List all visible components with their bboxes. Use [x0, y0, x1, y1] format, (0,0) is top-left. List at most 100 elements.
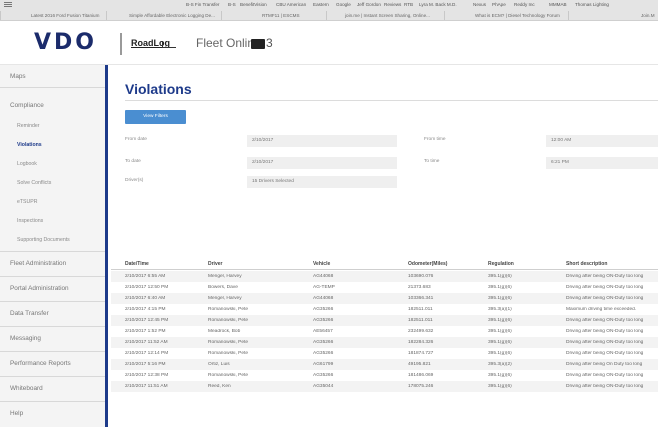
sidebar-subitem-reminder[interactable]: Reminder: [0, 117, 105, 136]
cell-datetime: 2/10/2017 6:55 AM: [125, 274, 166, 279]
bookmark-item[interactable]: MMMAB: [549, 2, 567, 7]
sidebar-item-compliance[interactable]: Compliance: [0, 96, 105, 117]
browser-tab[interactable]: join.me | Instant Screen Sharing, Online…: [326, 11, 444, 20]
cell-short-description: Maximum driving time exceeded.: [566, 307, 637, 312]
message-count-badge[interactable]: 3: [266, 36, 273, 50]
table-row[interactable]: 2/10/2017 1:52 PM Meadrock, Bob AE56457 232…: [111, 326, 658, 337]
vdo-logo[interactable]: VDO: [34, 30, 97, 55]
cell-vehicle: AG35044: [313, 384, 334, 389]
to-time-field[interactable]: 6:21 PM: [546, 157, 658, 169]
cell-regulation: 395.1(g)(6): [488, 318, 512, 323]
sidebar-subitem-supporting-documents[interactable]: Supporting Documents: [0, 231, 105, 250]
table-row[interactable]: 2/10/2017 11:52 AM Romanowski, Pete AG3526…: [111, 337, 658, 348]
cell-datetime: 2/10/2017 12:50 PM: [125, 285, 169, 290]
bookmark-item[interactable]: Reviews: [384, 2, 401, 7]
sidebar-item-portal-administration[interactable]: Portal Administration: [0, 276, 105, 301]
cell-regulation: 395.1(g)(6): [488, 274, 512, 279]
bookmark-item[interactable]: Google: [336, 2, 351, 7]
column-header-odometer[interactable]: Odometer(Miles): [408, 261, 492, 267]
cell-regulation: 395.1(g)(6): [488, 384, 512, 389]
bookmark-item[interactable]: B-S: [228, 2, 236, 7]
cell-regulation: 395.1(g)(6): [488, 351, 512, 356]
cell-regulation: 395.1(g)(6): [488, 340, 512, 345]
sidebar-item-messaging[interactable]: Messaging: [0, 326, 105, 351]
cell-short-description: Driving after being ON-Duty too long: [566, 318, 644, 323]
cell-vehicle: AG35266: [313, 340, 334, 345]
drivers-select[interactable]: 15 Drivers Selected: [247, 176, 397, 188]
bookmark-item[interactable]: RTB: [404, 2, 413, 7]
cell-vehicle: AG35266: [313, 318, 334, 323]
view-filters-button[interactable]: View Filters: [125, 110, 186, 124]
cell-short-description: Driving after being ON-Duty too long: [566, 384, 644, 389]
cell-regulation: 395.1(g)(6): [488, 373, 512, 378]
sidebar-subitem-logbook[interactable]: Logbook: [0, 155, 105, 174]
browser-tab[interactable]: Simple Affordable Electronic Logging De.…: [106, 11, 221, 20]
cell-vehicle: AG35266: [313, 373, 334, 378]
bookmark-item[interactable]: Nexus: [473, 2, 486, 7]
cell-regulation: 395.3(a)(2): [488, 362, 512, 367]
browser-tab[interactable]: Join.M: [568, 11, 658, 20]
cell-driver: Reed, Ken: [208, 384, 231, 389]
browser-tab[interactable]: RTMF11 | ESCMS: [221, 11, 326, 20]
column-header-datetime[interactable]: Date/Time: [125, 261, 207, 267]
cell-odometer: 182511.011: [408, 307, 433, 312]
to-date-label: To date: [125, 159, 141, 164]
cell-regulation: 395.3(a)(1): [488, 307, 512, 312]
sidebar-subitem-inspections[interactable]: Inspections: [0, 212, 105, 231]
cell-odometer: 49195.821: [408, 362, 431, 367]
table-row[interactable]: 2/10/2017 4:15 PM Romanowski, Pete AG35266…: [111, 304, 658, 315]
cell-odometer: 181486.069: [408, 373, 434, 378]
browser-tab[interactable]: Latest 2016 Ford Fusion Titanium: [0, 11, 106, 20]
bookmark-item[interactable]: Eastern: [313, 2, 329, 7]
bookmark-item[interactable]: Lyra M. Back M.D.: [419, 2, 457, 7]
sidebar-item-performance-reports[interactable]: Performance Reports: [0, 351, 105, 376]
sidebar-subitem-violations[interactable]: Violations: [0, 136, 105, 155]
cell-vehicle: AG35266: [313, 351, 334, 356]
cell-short-description: Driving after being On Duty too long: [566, 362, 643, 367]
sidebar-item-maps[interactable]: Maps: [0, 65, 105, 88]
table-row[interactable]: 2/10/2017 12:45 PM Romanowski, Pete AG3526…: [111, 315, 658, 326]
sidebar-item-data-transfer[interactable]: Data Transfer: [0, 301, 105, 326]
to-time-label: To time: [424, 159, 440, 164]
from-date-field[interactable]: 2/10/2017: [247, 135, 397, 147]
cell-short-description: Driving after being ON-Duty too long: [566, 373, 644, 378]
sidebar-item-help[interactable]: Help: [0, 401, 105, 426]
column-header-driver[interactable]: Driver: [208, 261, 301, 267]
column-header-regulation[interactable]: Regulation: [488, 261, 570, 267]
browser-tab[interactable]: What is ECM? | Diesel Technology Forum: [444, 11, 568, 20]
cell-datetime: 2/10/2017 1:52 PM: [125, 329, 166, 334]
to-date-field[interactable]: 2/10/2017: [247, 157, 397, 169]
cell-datetime: 2/10/2017 12:45 PM: [125, 318, 169, 323]
message-icon[interactable]: [251, 39, 265, 49]
cell-vehicle: AG61799: [313, 362, 334, 367]
sidebar-subitem-etsupr[interactable]: eTSUPR: [0, 193, 105, 212]
sidebar-item-fleet-administration[interactable]: Fleet Administration: [0, 251, 105, 276]
table-row[interactable]: 2/10/2017 12:38 PM Romanowski, Pete AG3526…: [111, 370, 658, 381]
cell-short-description: Driving after being ON-Duty too long: [566, 285, 644, 290]
table-row[interactable]: 2/10/2017 6:55 AM Mengel, Harvey AG44068 10…: [111, 271, 658, 282]
bookmark-item[interactable]: CBU American: [276, 2, 306, 7]
table-row[interactable]: 2/10/2017 12:50 PM Bowers, Dave AG-TEMP 213…: [111, 282, 658, 293]
menu-icon[interactable]: [4, 2, 12, 7]
from-time-field[interactable]: 12:00 AM: [546, 135, 658, 147]
column-header-short-description[interactable]: Short description: [566, 261, 656, 267]
cell-driver: Meadrock, Bob: [208, 329, 241, 334]
table-row[interactable]: 2/10/2017 5:16 PM Ortiz, Luis AG61799 49195…: [111, 359, 658, 370]
sidebar-item-whiteboard[interactable]: Whiteboard: [0, 376, 105, 401]
table-row[interactable]: 2/10/2017 6:40 AM Mengel, Harvey AG44068 10…: [111, 293, 658, 304]
cell-short-description: Driving after being ON-Duty too long: [566, 351, 644, 356]
cell-odometer: 232499.632: [408, 329, 434, 334]
bookmark-item[interactable]: BenefitVision: [240, 2, 267, 7]
bookmark-item[interactable]: Reddy Inc: [514, 2, 535, 7]
bookmark-item[interactable]: Jeff Gordon: [357, 2, 381, 7]
table-row[interactable]: 2/10/2017 12:14 PM Romanowski, Pete AG3526…: [111, 348, 658, 359]
cell-driver: Romanowski, Pete: [208, 318, 248, 323]
bookmark-item[interactable]: Thomas Lighting: [575, 2, 609, 7]
table-row[interactable]: 2/10/2017 11:51 AM Reed, Ken AG35044 178075…: [111, 381, 658, 392]
column-header-vehicle[interactable]: Vehicle: [313, 261, 408, 267]
cell-datetime: 2/10/2017 11:51 AM: [125, 384, 168, 389]
bookmark-item[interactable]: B-S Fin Transfer: [186, 2, 219, 7]
cell-driver: Romanowski, Pete: [208, 307, 248, 312]
bookmark-item[interactable]: PhApe: [492, 2, 506, 7]
sidebar-subitem-solve-conflicts[interactable]: Solve Conflicts: [0, 174, 105, 193]
